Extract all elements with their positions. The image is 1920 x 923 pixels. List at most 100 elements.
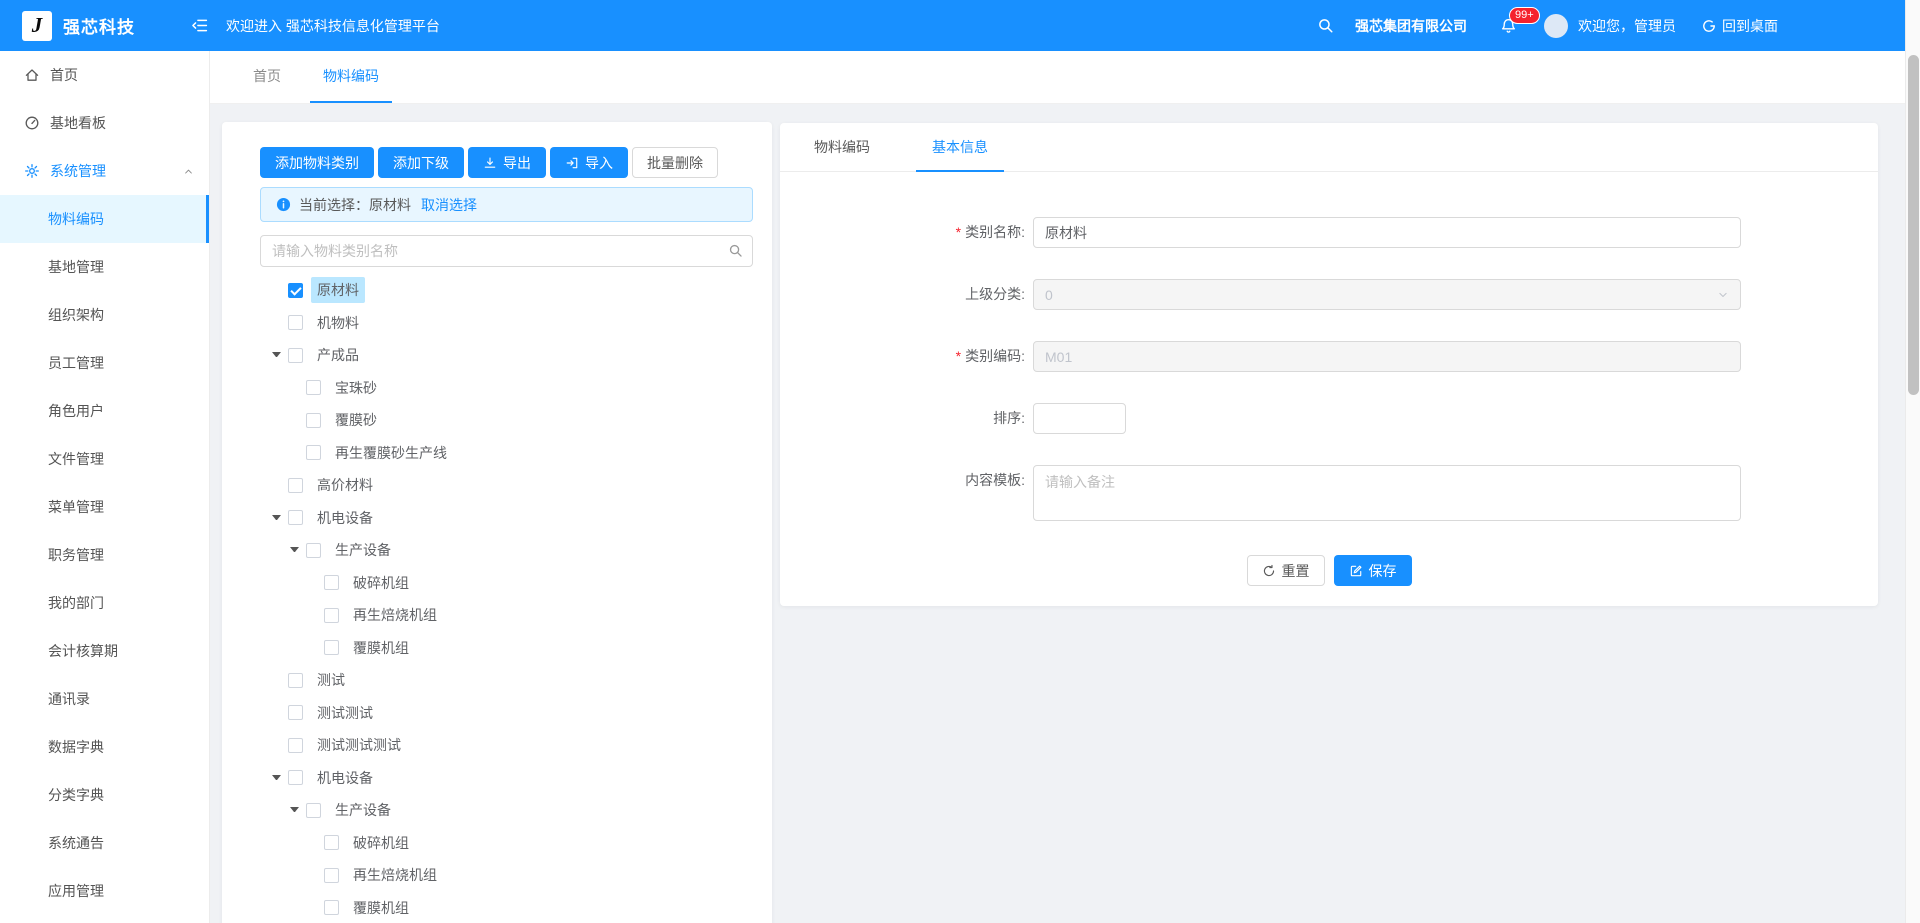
sort-order-input[interactable] <box>1033 403 1126 434</box>
tree-checkbox[interactable] <box>324 575 339 590</box>
sidebar-item[interactable]: 分类字典 <box>0 771 209 819</box>
category-name-input[interactable] <box>1033 217 1741 248</box>
toolbar-button[interactable]: 批量删除 <box>632 147 718 178</box>
page-tab[interactable]: 首页 <box>240 51 294 103</box>
content-template-textarea[interactable] <box>1033 465 1741 521</box>
tree-node[interactable]: 覆膜砂 <box>260 404 753 437</box>
tree-node[interactable]: 生产设备 <box>260 794 753 827</box>
scrollbar-thumb[interactable] <box>1908 55 1919 395</box>
tree-checkbox[interactable] <box>288 478 303 493</box>
sidebar-item[interactable]: 系统通告 <box>0 819 209 867</box>
tree-node[interactable]: 再生焙烧机组 <box>260 599 753 632</box>
tree-node[interactable]: 测试测试 <box>260 697 753 730</box>
detail-tab[interactable]: 物料编码 <box>798 123 886 172</box>
tree-checkbox[interactable] <box>324 868 339 883</box>
tree-node-label[interactable]: 机电设备 <box>311 765 379 791</box>
tree-node[interactable]: 机电设备 <box>260 502 753 535</box>
tree-node-label[interactable]: 机物料 <box>311 310 365 336</box>
tree-node-label[interactable]: 生产设备 <box>329 797 397 823</box>
category-search-input[interactable] <box>260 235 753 267</box>
sidebar-collapse-icon[interactable] <box>190 17 209 34</box>
tree-node-label[interactable]: 再生焙烧机组 <box>347 862 443 888</box>
search-icon[interactable] <box>1317 17 1334 34</box>
tree-node-label[interactable]: 覆膜机组 <box>347 895 415 921</box>
tree-checkbox[interactable] <box>324 900 339 915</box>
tree-checkbox[interactable] <box>306 543 321 558</box>
toolbar-button[interactable]: 添加物料类别 <box>260 147 374 178</box>
user-avatar[interactable] <box>1544 14 1568 38</box>
back-to-desktop-button[interactable]: 回到桌面 <box>1701 16 1778 36</box>
sidebar-item[interactable]: 应用管理 <box>0 867 209 915</box>
tree-checkbox[interactable] <box>288 348 303 363</box>
tree-node[interactable]: 覆膜机组 <box>260 892 753 923</box>
tree-checkbox[interactable] <box>288 738 303 753</box>
tree-checkbox[interactable] <box>288 673 303 688</box>
sidebar-item[interactable]: 会计核算期 <box>0 627 209 675</box>
tree-node-label[interactable]: 高价材料 <box>311 472 379 498</box>
tree-node[interactable]: 再生覆膜砂生产线 <box>260 437 753 470</box>
tree-node-label[interactable]: 测试测试测试 <box>311 732 407 758</box>
tree-expand-caret[interactable] <box>272 352 281 358</box>
sidebar-item[interactable]: 物料编码 <box>0 195 209 243</box>
tree-checkbox[interactable] <box>324 640 339 655</box>
tree-node-label[interactable]: 破碎机组 <box>347 570 415 596</box>
tree-checkbox[interactable] <box>288 510 303 525</box>
sidebar-item[interactable]: 基地管理 <box>0 243 209 291</box>
tree-node-label[interactable]: 机电设备 <box>311 505 379 531</box>
tree-expand-caret[interactable] <box>272 775 281 781</box>
company-name[interactable]: 强芯集团有限公司 <box>1355 16 1467 36</box>
tree-node[interactable]: 生产设备 <box>260 534 753 567</box>
tree-node-label[interactable]: 原材料 <box>311 277 365 303</box>
reset-button[interactable]: 重置 <box>1247 555 1325 586</box>
sidebar-item[interactable]: 首页 <box>0 51 209 99</box>
notifications-button[interactable]: 99+ <box>1500 17 1517 35</box>
tree-node-label[interactable]: 产成品 <box>311 342 365 368</box>
toolbar-button[interactable]: 添加下级 <box>378 147 464 178</box>
page-tab[interactable]: 物料编码 <box>310 51 392 103</box>
tree-node-label[interactable]: 破碎机组 <box>347 830 415 856</box>
tree-checkbox[interactable] <box>288 315 303 330</box>
sidebar-item[interactable]: 职务管理 <box>0 531 209 579</box>
tree-expand-caret[interactable] <box>290 807 299 813</box>
tree-node-label[interactable]: 覆膜砂 <box>329 407 383 433</box>
tree-node[interactable]: 宝珠砂 <box>260 372 753 405</box>
sidebar-item[interactable]: 组织架构 <box>0 291 209 339</box>
tree-node-label[interactable]: 覆膜机组 <box>347 635 415 661</box>
tree-checkbox[interactable] <box>288 283 303 298</box>
tree-checkbox[interactable] <box>306 803 321 818</box>
tree-checkbox[interactable] <box>306 413 321 428</box>
sidebar-item[interactable]: 角色用户 <box>0 387 209 435</box>
detail-tab[interactable]: 基本信息 <box>916 123 1004 172</box>
tree-checkbox[interactable] <box>306 445 321 460</box>
tree-node[interactable]: 高价材料 <box>260 469 753 502</box>
tree-node-label[interactable]: 宝珠砂 <box>329 375 383 401</box>
sidebar-item[interactable]: 数据字典 <box>0 723 209 771</box>
tree-checkbox[interactable] <box>324 835 339 850</box>
tree-checkbox[interactable] <box>324 608 339 623</box>
tree-node[interactable]: 产成品 <box>260 339 753 372</box>
tree-node[interactable]: 机物料 <box>260 307 753 340</box>
toolbar-button[interactable]: 导出 <box>468 147 546 178</box>
cancel-selection-link[interactable]: 取消选择 <box>421 195 477 215</box>
tree-node-label[interactable]: 生产设备 <box>329 537 397 563</box>
toolbar-button[interactable]: 导入 <box>550 147 628 178</box>
tree-node-label[interactable]: 测试 <box>311 667 351 693</box>
tree-node[interactable]: 原材料 <box>260 274 753 307</box>
tree-node[interactable]: 破碎机组 <box>260 567 753 600</box>
tree-expand-caret[interactable] <box>290 547 299 553</box>
sidebar-item[interactable]: 基地看板 <box>0 99 209 147</box>
tree-node[interactable]: 破碎机组 <box>260 827 753 860</box>
sidebar-item[interactable]: 员工管理 <box>0 339 209 387</box>
sidebar-item[interactable]: 通讯录 <box>0 675 209 723</box>
tree-node[interactable]: 测试测试测试 <box>260 729 753 762</box>
tree-node[interactable]: 再生焙烧机组 <box>260 859 753 892</box>
tree-node-label[interactable]: 再生焙烧机组 <box>347 602 443 628</box>
tree-checkbox[interactable] <box>288 770 303 785</box>
tree-node[interactable]: 测试 <box>260 664 753 697</box>
sidebar-item[interactable]: 菜单管理 <box>0 483 209 531</box>
tree-checkbox[interactable] <box>306 380 321 395</box>
save-button[interactable]: 保存 <box>1334 555 1412 586</box>
tree-node[interactable]: 机电设备 <box>260 762 753 795</box>
sidebar-item[interactable]: 系统管理 <box>0 147 209 195</box>
tree-node-label[interactable]: 测试测试 <box>311 700 379 726</box>
